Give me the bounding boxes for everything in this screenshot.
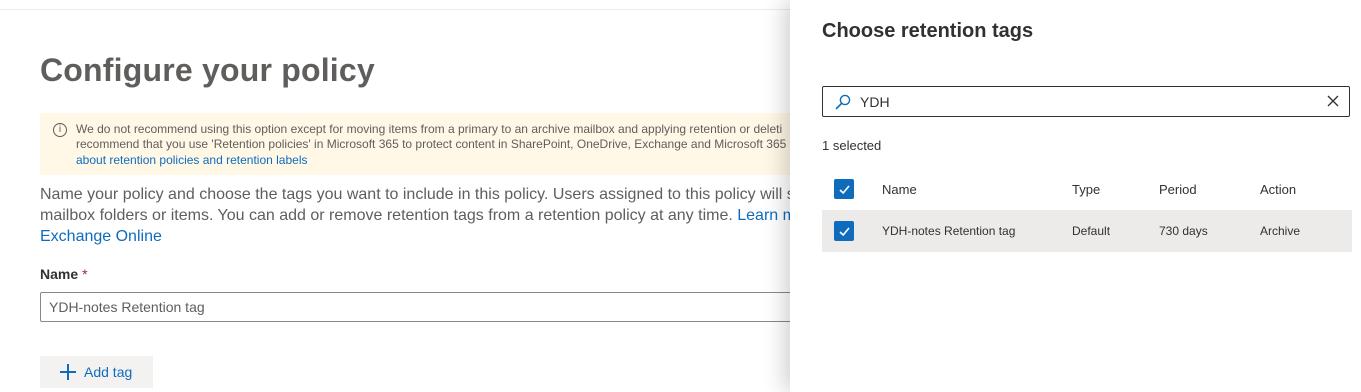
name-label-text: Name <box>40 266 79 282</box>
table-header: Name Type Period Action <box>822 168 1352 210</box>
select-all-checkbox[interactable] <box>834 179 854 199</box>
info-icon: i <box>53 123 67 137</box>
retention-tags-table: Name Type Period Action YDH-notes Retent… <box>822 168 1352 252</box>
column-header-name[interactable]: Name <box>882 182 917 197</box>
checkmark-icon <box>838 226 850 236</box>
row-name: YDH-notes Retention tag <box>882 224 1016 238</box>
selected-count: 1 selected <box>822 138 882 153</box>
warning-banner: i We do not recommend using this option … <box>40 113 800 175</box>
learn-more-link[interactable]: Learn m <box>737 207 796 224</box>
close-icon[interactable] <box>1327 95 1339 107</box>
plus-icon <box>60 364 76 380</box>
table-row[interactable]: YDH-notes Retention tag Default 730 days… <box>822 210 1352 252</box>
column-header-action[interactable]: Action <box>1260 182 1296 197</box>
description-line1: Name your policy and choose the tags you… <box>40 186 795 203</box>
name-field-label: Name * <box>40 266 88 282</box>
warning-text-line1: We do not recommend using this option ex… <box>76 122 783 136</box>
search-input[interactable] <box>860 87 1300 116</box>
choose-retention-tags-panel: Choose retention tags 1 selected Name Ty… <box>790 0 1361 392</box>
row-checkbox[interactable] <box>834 221 854 241</box>
row-action: Archive <box>1260 224 1301 238</box>
retention-info-link[interactable]: about retention policies and retention l… <box>76 153 308 167</box>
panel-title: Choose retention tags <box>822 20 1034 42</box>
description-line2: mailbox folders or items. You can add or… <box>40 206 796 226</box>
checkmark-icon <box>838 184 850 194</box>
top-divider <box>0 9 790 10</box>
warning-text-line2: recommend that you use 'Retention polici… <box>76 137 799 151</box>
exchange-online-link[interactable]: Exchange Online <box>40 227 162 247</box>
add-tag-button[interactable]: Add tag <box>40 356 153 388</box>
search-box[interactable] <box>822 86 1350 117</box>
row-type: Default <box>1072 224 1111 238</box>
search-icon <box>835 94 851 110</box>
row-period: 730 days <box>1159 224 1208 238</box>
add-tag-label: Add tag <box>84 364 133 380</box>
column-header-period[interactable]: Period <box>1159 182 1197 197</box>
page-title: Configure your policy <box>40 52 375 88</box>
description-line2-text: mailbox folders or items. You can add or… <box>40 207 733 224</box>
required-marker: * <box>82 266 88 282</box>
policy-name-input[interactable] <box>40 292 830 322</box>
column-header-type[interactable]: Type <box>1072 182 1100 197</box>
